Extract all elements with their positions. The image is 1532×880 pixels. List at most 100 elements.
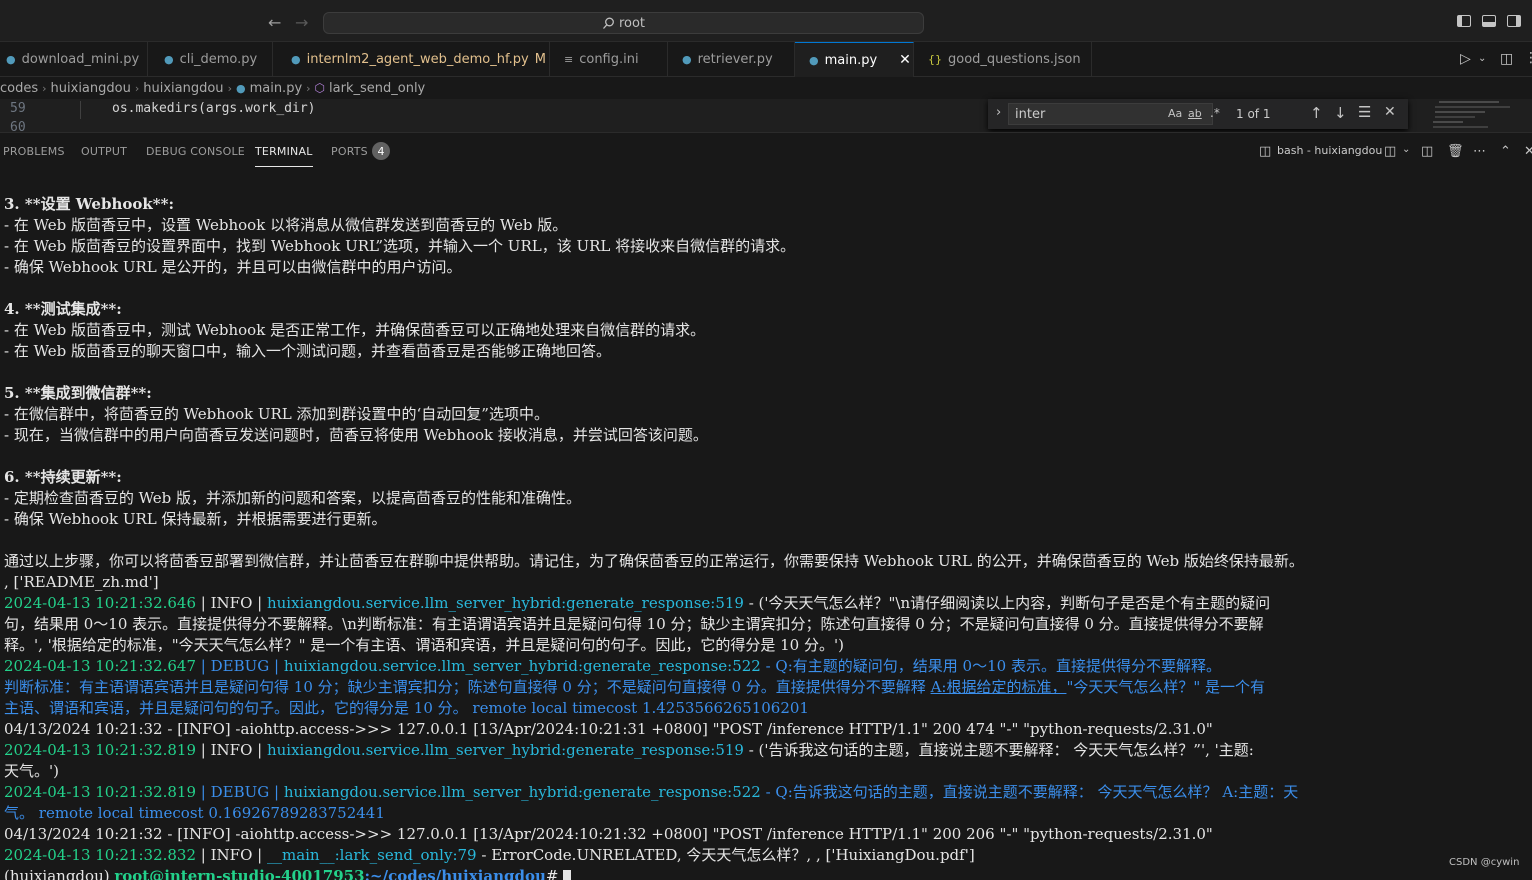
toggle-primary-sidebar-icon[interactable] <box>1457 15 1471 27</box>
log-line: 2024-04-13 10:21:32.647 | DEBUG | huixia… <box>4 656 1532 677</box>
terminal-shell-label[interactable]: bash - huixiangdou <box>1277 144 1382 157</box>
toggle-replace-chevron-icon[interactable]: › <box>996 105 1001 120</box>
minimap[interactable] <box>1425 99 1532 132</box>
chevron-down-icon[interactable]: ⌄ <box>1478 53 1486 64</box>
log-message: - Q:有主题的疑问句，结果用 0～10 表示。直接提供得分不要解释。 <box>761 657 1221 675</box>
tab-debug-console[interactable]: DEBUG CONSOLE <box>146 145 245 158</box>
log-source: huixiangdou.service.llm_server_hybrid:ge… <box>267 594 744 612</box>
minimap-line <box>1439 101 1499 103</box>
python-file-icon: ● <box>6 53 16 66</box>
log-timestamp: 2024-04-13 10:21:32.832 <box>4 846 196 864</box>
find-result-count: 1 of 1 <box>1236 107 1270 121</box>
tab-retriever[interactable]: ● retriever.py <box>668 42 795 77</box>
command-center-search[interactable]: root <box>323 12 924 34</box>
python-file-icon: ● <box>164 53 174 66</box>
find-widget: › inter Aa ab .* 1 of 1 ↑ ↓ ☰ ✕ <box>988 99 1408 129</box>
terminal-blank-line <box>4 530 1532 551</box>
split-editor-icon[interactable]: ◫ <box>1500 51 1513 67</box>
line-number: 60 <box>10 120 26 132</box>
next-match-arrow-icon[interactable]: ↓ <box>1334 104 1347 122</box>
log-line: 天气。') <box>4 761 1532 782</box>
code-text: os.makedirs(args.work_dir) <box>112 101 316 116</box>
minimap-line <box>1435 106 1510 108</box>
maximize-panel-chevron-up-icon[interactable]: ⌃ <box>1500 144 1511 159</box>
terminal-line: - 现在，当微信群中的用户向茴香豆发送问题时，茴香豆将使用 Webhook 接收… <box>4 425 1532 446</box>
tab-internlm2-agent-web-demo[interactable]: ● internlm2_agent_web_demo_hf.py M <box>273 42 550 77</box>
terminal-cursor <box>563 870 571 880</box>
terminal-line: - 定期检查茴香豆的 Web 版，并添加新的问题和答案，以提高茴香豆的性能和准确… <box>4 488 1532 509</box>
back-arrow-icon[interactable]: ← <box>268 13 281 32</box>
prompt-symbol: # <box>546 867 563 880</box>
tab-label: retriever.py <box>698 52 773 67</box>
tab-label: good_questions.json <box>948 52 1081 67</box>
previous-match-arrow-icon[interactable]: ↑ <box>1310 104 1323 122</box>
tab-problems[interactable]: PROBLEMS <box>3 145 65 158</box>
tab-terminal[interactable]: TERMINAL <box>255 145 313 158</box>
python-file-icon: ● <box>682 53 692 66</box>
minimap-line <box>1433 121 1463 123</box>
prompt-path: :~/codes/huixiangdou <box>365 867 546 880</box>
minimap-line <box>1435 116 1475 118</box>
tab-output[interactable]: OUTPUT <box>81 145 127 158</box>
log-line: 2024-04-13 10:21:32.819 | INFO | huixian… <box>4 740 1532 761</box>
line-number: 59 <box>10 101 26 116</box>
close-tab-icon[interactable]: ✕ <box>899 52 911 68</box>
terminal-shell-icon: ◫ <box>1259 144 1271 159</box>
toggle-panel-icon[interactable] <box>1482 15 1496 27</box>
find-in-selection-icon[interactable]: ☰ <box>1358 103 1371 121</box>
log-timestamp: 2024-04-13 10:21:32.646 <box>4 594 196 612</box>
new-terminal-split-icon[interactable]: ◫ <box>1384 144 1396 159</box>
breadcrumb-item[interactable]: lark_send_only <box>329 81 425 96</box>
tab-config-ini[interactable]: ≡ config.ini <box>550 42 668 77</box>
run-python-file-icon[interactable]: ▷ <box>1460 51 1471 67</box>
log-timestamp: 2024-04-13 10:21:32.819 <box>4 741 196 759</box>
log-link[interactable]: A:根据给定的标准， <box>931 678 1067 696</box>
terminal-line: - 在 Web 版茴香豆中，设置 Webhook 以将消息从微信群发送到茴香豆的… <box>4 215 1532 236</box>
minimap-line <box>1433 126 1488 128</box>
tab-ports[interactable]: PORTS <box>331 145 368 158</box>
log-line: 释。', '根据给定的标准，"今天天气怎么样？" 是一个有主语、谓语和宾语，并且… <box>4 635 1532 656</box>
log-line: 句，结果用 0～10 表示。直接提供得分不要解释。\n判断标准：有主语谓语宾语并… <box>4 614 1532 635</box>
log-line: 判断标准：有主语谓语宾语并且是疑问句得 10 分；缺少主谓宾扣分；陈述句直接得 … <box>4 677 1532 698</box>
access-log-line: 04/13/2024 10:21:32 - [INFO] -aiohttp.ac… <box>4 719 1532 740</box>
code-line: 59 <box>10 101 26 116</box>
modified-badge: M <box>535 52 546 67</box>
terminal-line: - 在 Web 版茴香豆的聊天窗口中，输入一个测试问题，并查看茴香豆是否能够正确… <box>4 341 1532 362</box>
tab-main[interactable]: ● main.py ✕ <box>795 42 914 77</box>
python-file-icon: ● <box>236 82 246 95</box>
trash-icon[interactable]: 🗑 <box>1447 144 1464 159</box>
tab-download-mini[interactable]: ● download_mini.py <box>0 42 148 77</box>
log-message: - ('告诉我这句话的主题，直接说主题不要解释： 今天天气怎么样？”', '主题… <box>744 741 1254 759</box>
tab-good-questions[interactable]: {} good_questions.json <box>914 42 1092 77</box>
breadcrumb-item[interactable]: huixiangdou <box>51 81 131 96</box>
log-level: | INFO | <box>196 741 267 759</box>
breadcrumb-item[interactable]: codes <box>0 81 38 96</box>
match-case-icon[interactable]: Aa <box>1168 107 1182 120</box>
forward-arrow-icon[interactable]: → <box>295 13 308 32</box>
terminal-line: - 确保 Webhook URL 保持最新，并根据需要进行更新。 <box>4 509 1532 530</box>
use-regex-icon[interactable]: .* <box>1210 106 1220 120</box>
more-actions-icon[interactable]: ⋯ <box>1473 144 1486 159</box>
terminal-output[interactable]: 3. **设置 Webhook**: - 在 Web 版茴香豆中，设置 Webh… <box>4 194 1532 880</box>
close-panel-icon[interactable]: ✕ <box>1524 144 1532 159</box>
prompt-user: root@intern-studio-40017953 <box>114 867 364 880</box>
python-file-icon: ● <box>809 54 819 67</box>
code-line: 60 <box>10 120 26 132</box>
log-level: | INFO | <box>196 594 267 612</box>
tab-cli-demo[interactable]: ● cli_demo.py <box>148 42 273 77</box>
json-file-icon: {} <box>928 53 942 66</box>
terminal-line: - 在 Web 版茴香豆中，测试 Webhook 是否正常工作，并确保茴香豆可以… <box>4 320 1532 341</box>
python-file-icon: ● <box>291 53 301 66</box>
shell-prompt: (huixiangdou) root@intern-studio-4001795… <box>4 866 1532 880</box>
breadcrumb-item[interactable]: huixiangdou <box>143 81 223 96</box>
terminal-line: - 在 Web 版茴香豆的设置界面中，找到 Webhook URL”选项，并输入… <box>4 236 1532 257</box>
find-input[interactable]: inter Aa ab .* <box>1008 103 1213 125</box>
close-icon[interactable]: ✕ <box>1384 104 1396 120</box>
toggle-secondary-sidebar-icon[interactable] <box>1507 15 1521 27</box>
chevron-down-icon[interactable]: ⌄ <box>1402 144 1410 155</box>
split-terminal-icon[interactable]: ◫ <box>1421 144 1433 159</box>
more-actions-icon[interactable]: ⋮ <box>1524 50 1532 66</box>
match-whole-word-icon[interactable]: ab <box>1188 107 1202 120</box>
chevron-right-icon: › <box>135 82 139 95</box>
breadcrumb-item[interactable]: main.py <box>250 81 303 96</box>
